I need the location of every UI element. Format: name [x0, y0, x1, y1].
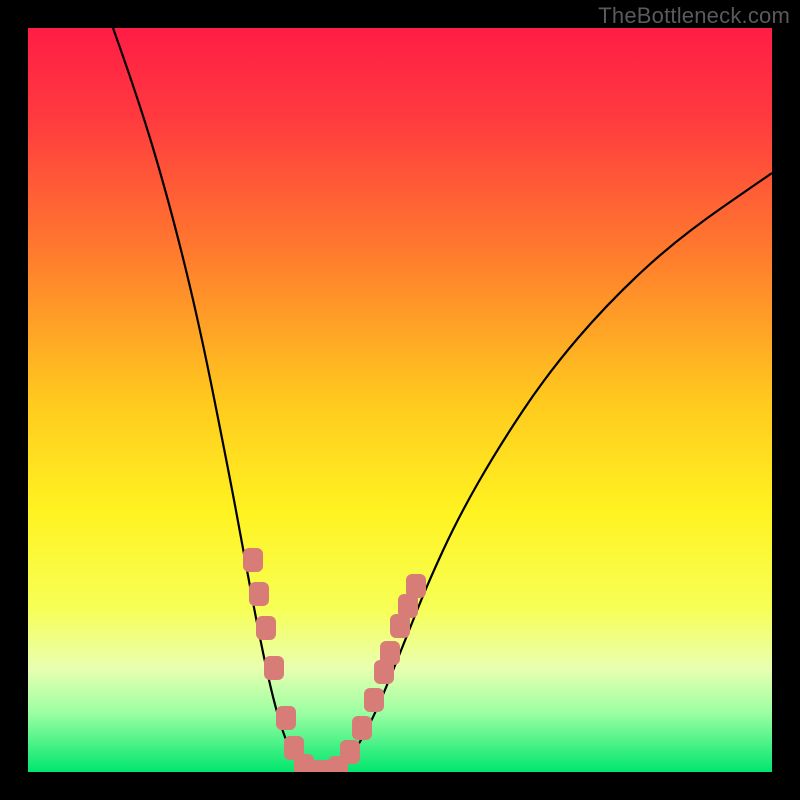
data-marker [256, 616, 276, 640]
watermark-label: TheBottleneck.com [598, 3, 790, 29]
curve-layer [28, 28, 772, 772]
data-marker [340, 740, 360, 764]
data-marker [264, 656, 284, 680]
data-marker [276, 706, 296, 730]
data-marker [406, 574, 426, 598]
plot-area [28, 28, 772, 772]
data-marker [249, 582, 269, 606]
chart-frame: TheBottleneck.com [0, 0, 800, 800]
data-marker [243, 548, 263, 572]
data-marker [364, 688, 384, 712]
bottleneck-curve [113, 28, 772, 772]
data-marker [380, 641, 400, 665]
data-marker [352, 716, 372, 740]
